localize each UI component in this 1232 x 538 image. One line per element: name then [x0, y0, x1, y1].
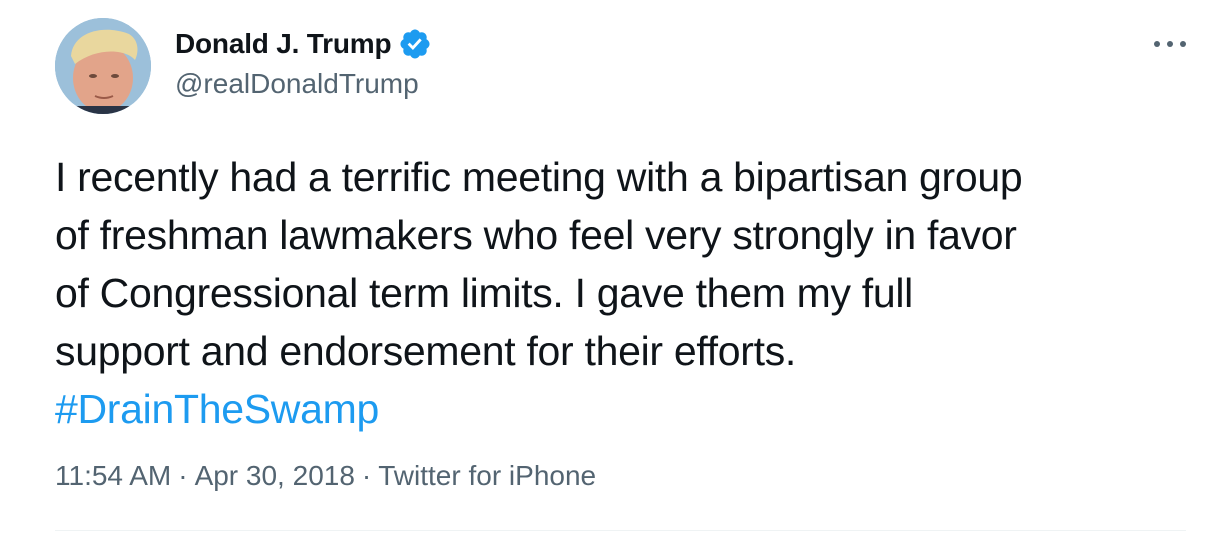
verified-badge-icon	[398, 27, 432, 61]
avatar[interactable]	[55, 18, 151, 114]
hashtag-link[interactable]: #DrainTheSwamp	[55, 380, 1195, 438]
tweet-metadata: 11:54 AM · Apr 30, 2018 · Twitter for iPhone	[55, 460, 596, 492]
divider	[55, 530, 1186, 531]
meta-separator: ·	[178, 460, 188, 491]
display-name[interactable]: Donald J. Trump	[175, 28, 392, 60]
tweet: Donald J. Trump @realDonaldTrump I recen…	[0, 0, 1232, 538]
more-dot	[1167, 41, 1173, 47]
tweet-time-link[interactable]: 11:54 AM	[55, 460, 171, 491]
tweet-text-line: of freshman lawmakers who feel very stro…	[55, 212, 1017, 258]
user-handle[interactable]: @realDonaldTrump	[175, 68, 419, 100]
more-dot	[1154, 41, 1160, 47]
more-dot	[1180, 41, 1186, 47]
more-horizontal-icon[interactable]	[1154, 32, 1186, 56]
tweet-text-line: support and endorsement for their effort…	[55, 328, 797, 374]
tweet-source-link[interactable]: Twitter for iPhone	[378, 460, 596, 491]
tweet-text: I recently had a terrific meeting with a…	[55, 148, 1195, 438]
avatar-image	[55, 18, 151, 114]
author-name-row[interactable]: Donald J. Trump	[175, 26, 432, 62]
tweet-text-line: of Congressional term limits. I gave the…	[55, 270, 913, 316]
tweet-text-line: I recently had a terrific meeting with a…	[55, 154, 1023, 200]
tweet-date-link[interactable]: Apr 30, 2018	[195, 460, 355, 491]
meta-separator: ·	[361, 460, 372, 491]
